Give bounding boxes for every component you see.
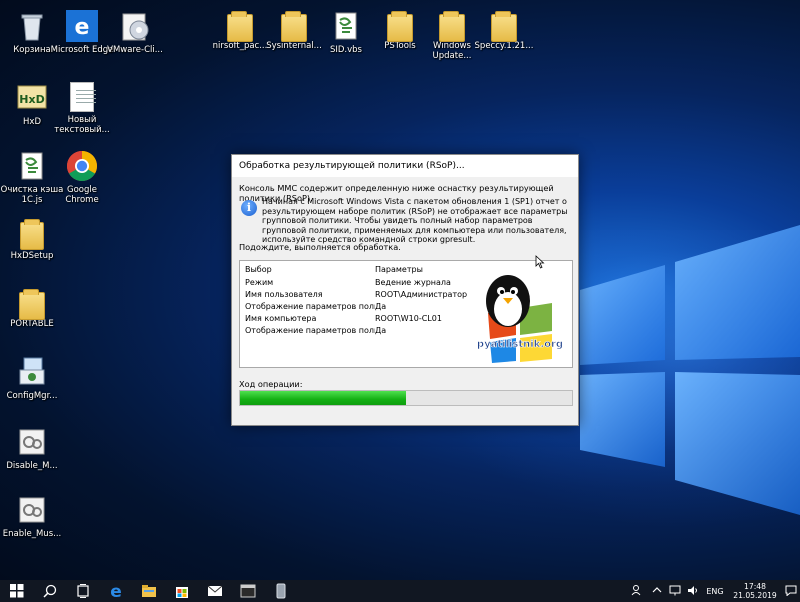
edge-icon: e <box>66 10 98 42</box>
mail-icon <box>207 585 222 596</box>
search-icon <box>42 584 56 598</box>
folder-icon <box>439 11 465 42</box>
desktop-icon-label: VMware-Cli... <box>107 45 163 55</box>
row-key: Имя компьютера <box>245 314 317 323</box>
terminal-button[interactable] <box>231 580 264 602</box>
svg-text:e: e <box>75 15 90 40</box>
hxd-icon: HxD <box>16 82 48 114</box>
folder-icon <box>387 11 413 42</box>
desktop-icon-chrome[interactable]: Google Chrome <box>50 150 114 205</box>
script-icon <box>16 150 48 182</box>
windows-logo-wallpaper <box>580 225 800 515</box>
rsop-processing-dialog[interactable]: Обработка результирующей политики (RSoP)… <box>231 154 579 426</box>
clock-date: 21.05.2019 <box>733 591 777 600</box>
wait-text: Подождите, выполняется обработка. <box>239 242 401 252</box>
row-key: Имя пользователя <box>245 290 323 299</box>
progress-bar <box>239 390 573 406</box>
progress-fill <box>240 391 406 405</box>
row-value: Ведение журнала <box>375 278 451 287</box>
gear-file-icon <box>16 426 48 458</box>
installer-icon <box>16 356 48 388</box>
row-key: Отображение параметров полити... <box>245 302 375 311</box>
svg-text:e: e <box>110 583 122 599</box>
clock[interactable]: 17:48 21.05.2019 <box>728 582 782 600</box>
desktop-icon-new-text[interactable]: Новый текстовый... <box>50 82 114 135</box>
row-value: Да <box>375 326 387 335</box>
watermark-text: pyatilistnik.org <box>477 339 563 350</box>
desktop-icon-label: Speccy.1.21... <box>474 41 534 51</box>
column-header-selection: Выбор <box>245 265 272 274</box>
task-view-icon <box>76 584 89 598</box>
svg-text:HxD: HxD <box>19 93 44 106</box>
app-button[interactable] <box>264 580 297 602</box>
script-icon <box>330 10 362 42</box>
notifications-icon[interactable] <box>782 585 800 598</box>
recycle-bin-icon <box>16 10 48 42</box>
row-value: Да <box>375 302 387 311</box>
console-icon <box>240 584 255 598</box>
row-value: ROOT\Администратор <box>375 290 468 299</box>
info-text: Начиная с Microsoft Windows Vista с паке… <box>262 197 568 245</box>
chevron-up-icon[interactable] <box>648 586 666 596</box>
network-icon[interactable] <box>666 585 684 598</box>
dialog-title[interactable]: Обработка результирующей политики (RSoP)… <box>232 155 578 177</box>
row-key: Отображение параметров полити... <box>245 326 375 335</box>
mouse-cursor-icon <box>535 255 545 269</box>
folder-icon <box>19 289 45 320</box>
desktop-icon-hxdsetup[interactable]: HxDSetup <box>0 219 64 261</box>
language-indicator[interactable]: ENG <box>702 587 728 596</box>
info-icon: i <box>241 200 257 216</box>
folder-icon <box>491 11 517 42</box>
desktop-icon-label: Новый текстовый... <box>54 115 110 135</box>
desktop-icon-vmware[interactable]: VMware-Cli... <box>103 10 167 55</box>
desktop-icon-label: HxDSetup <box>10 251 54 261</box>
explorer-button[interactable] <box>132 580 165 602</box>
folder-icon <box>227 11 253 42</box>
desktop-icon-configmgr[interactable]: ConfigMgr... <box>0 356 64 401</box>
desktop-icon-speccy[interactable]: Speccy.1.21... <box>472 10 536 51</box>
desktop-icon-label: Enable_Mus... <box>2 529 62 539</box>
store-button[interactable] <box>165 580 198 602</box>
store-icon <box>175 587 188 598</box>
chrome-icon <box>66 150 98 182</box>
desktop-icon-label: Google Chrome <box>65 185 99 205</box>
clock-time: 17:48 <box>744 582 766 591</box>
desktop-icon-label: Disable_M... <box>6 461 58 471</box>
penguin-watermark-logo: pyatilistnik.org <box>477 275 563 363</box>
mail-button[interactable] <box>198 580 231 602</box>
search-button[interactable] <box>33 580 66 602</box>
desktop-icon-enable-mus[interactable]: Enable_Mus... <box>0 494 64 539</box>
device-app-icon <box>276 583 285 599</box>
text-document-icon <box>70 82 96 112</box>
edge-icon: e <box>110 583 122 599</box>
row-value: ROOT\W10-CL01 <box>375 314 442 323</box>
file-explorer-icon <box>141 585 156 597</box>
people-icon[interactable] <box>626 584 648 598</box>
vmware-installer-icon <box>119 10 151 42</box>
desktop-icon-label: ConfigMgr... <box>6 391 58 401</box>
folder-icon <box>281 11 307 42</box>
selection-panel: Выбор Параметры Режим Ведение журнала Им… <box>239 260 573 368</box>
system-tray: ENG 17:48 21.05.2019 <box>626 580 800 602</box>
windows-start-icon <box>9 584 23 598</box>
progress-label: Ход операции: <box>239 379 303 389</box>
installer-icon <box>20 219 44 250</box>
task-view-button[interactable] <box>66 580 99 602</box>
gear-file-icon <box>16 494 48 526</box>
taskbar: e ENG 17:48 21.05.2019 <box>0 580 800 602</box>
start-button[interactable] <box>0 580 33 602</box>
row-key: Режим <box>245 278 274 287</box>
desktop-icon-portable[interactable]: PORTABLE <box>0 288 64 329</box>
desktop-icon-disable-m[interactable]: Disable_M... <box>0 426 64 471</box>
desktop-icon-label: PORTABLE <box>10 319 54 329</box>
column-header-parameters: Параметры <box>375 265 423 274</box>
volume-icon[interactable] <box>684 585 702 598</box>
edge-button[interactable]: e <box>99 580 132 602</box>
